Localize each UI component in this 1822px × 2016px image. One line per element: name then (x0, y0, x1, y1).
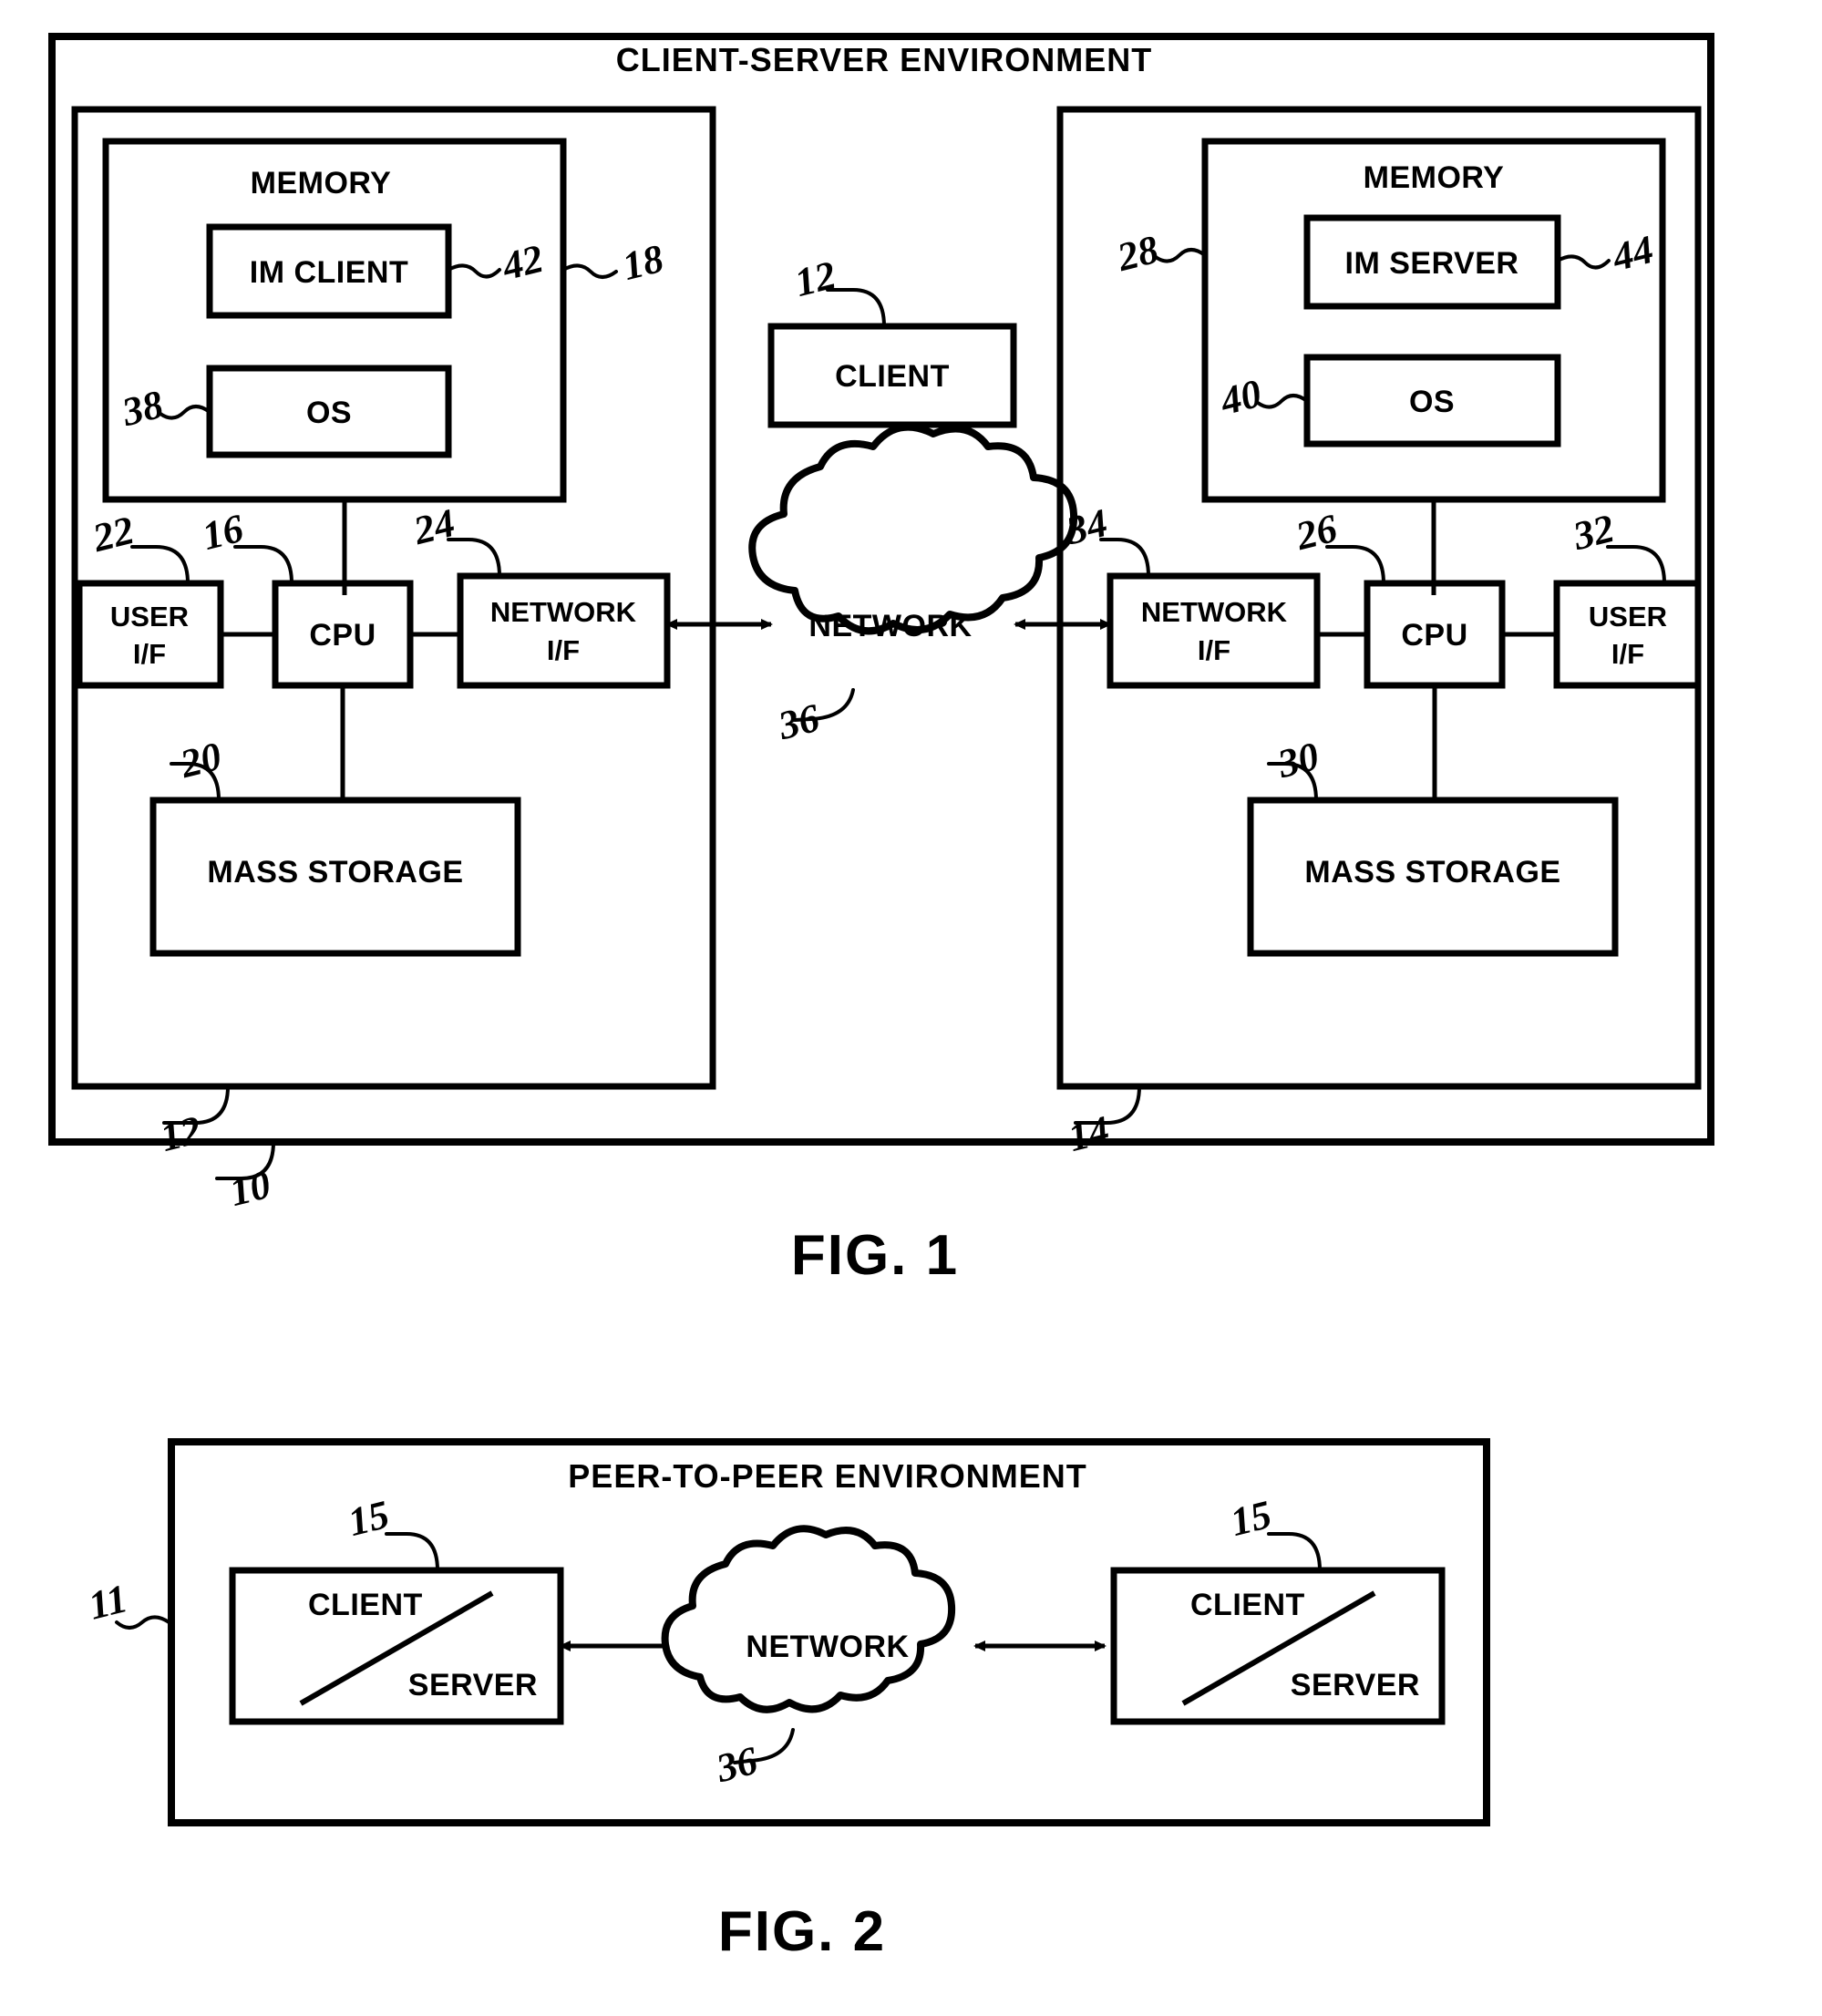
fig1-im-client-label: IM CLIENT (250, 255, 408, 290)
ref-24-leader (447, 538, 501, 578)
ref-32: 32 (1568, 506, 1619, 559)
fig1-network-cloud-label: NETWORK (808, 609, 972, 643)
ref-36-fig1: 36 (773, 695, 824, 748)
ref-20: 20 (175, 734, 226, 787)
ref-24: 24 (408, 500, 459, 553)
ref-32-leader (1606, 545, 1666, 585)
ref-11: 11 (84, 1576, 131, 1629)
ref-42: 42 (497, 236, 548, 289)
fig1-right-cpu-label: CPU (1401, 618, 1467, 653)
fig1-left-mass-storage-label: MASS STORAGE (207, 855, 463, 890)
ref-40-leader (1256, 394, 1309, 409)
ref-26: 26 (1291, 506, 1342, 559)
fig1-network-cloud (748, 423, 1078, 635)
fig1-left-network-if-label-line1: NETWORK (490, 596, 637, 628)
ref-12-panel: 12 (156, 1107, 206, 1160)
fig1-right-user-if-label-line1: USER (1589, 601, 1667, 633)
fig1-left-cpu-label: CPU (309, 618, 376, 653)
ref-44-leader (1556, 254, 1611, 270)
ref-16: 16 (198, 506, 248, 559)
fig2-right-peer-client-label: CLIENT (1190, 1588, 1305, 1622)
ref-42-leader (447, 263, 501, 279)
fig1-left-memory-label: MEMORY (251, 166, 392, 201)
fig2-title: PEER-TO-PEER ENVIRONMENT (568, 1457, 1086, 1495)
ref-28: 28 (1112, 227, 1163, 280)
patent-drawing-sheet: CLIENT-SERVER ENVIRONMENT 10 12 MEMORY 1… (0, 0, 1822, 2016)
ref-44: 44 (1607, 227, 1658, 280)
ref-36-fig2: 36 (711, 1738, 762, 1791)
ref-12-client: 12 (790, 252, 840, 305)
fig1-middle-client-label: CLIENT (835, 359, 950, 394)
fig1-right-mass-storage-label: MASS STORAGE (1304, 855, 1560, 890)
fig1-left-network-if-label-line2: I/F (547, 634, 580, 666)
fig1-right-network-if-box (1107, 572, 1321, 689)
fig1-right-network-if-label-line2: I/F (1198, 634, 1230, 666)
fig1-left-user-if-label-line1: USER (110, 601, 189, 633)
ref-16-leader (233, 545, 293, 585)
ref-34-leader (1099, 538, 1150, 578)
ref-18: 18 (618, 236, 668, 289)
fig1-im-server-label: IM SERVER (1345, 246, 1519, 281)
fig2-network-cloud (661, 1525, 956, 1713)
fig1-left-network-if-box (457, 572, 671, 689)
ref-22-leader (130, 545, 190, 585)
ref-38: 38 (117, 382, 168, 435)
fig1-right-user-if-label-line2: I/F (1611, 638, 1644, 670)
fig2-caption: FIG. 2 (718, 1900, 886, 1963)
fig1-left-os-label: OS (306, 396, 352, 430)
ref-15-left-leader (385, 1532, 439, 1572)
ref-22: 22 (87, 508, 139, 561)
fig1-caption: FIG. 1 (791, 1224, 959, 1287)
ref-28-leader (1154, 248, 1207, 263)
ref-15-right: 15 (1226, 1492, 1276, 1545)
fig2-network-cloud-label: NETWORK (746, 1630, 909, 1664)
ref-10: 10 (225, 1162, 275, 1215)
ref-15-left: 15 (344, 1492, 394, 1545)
fig2-right-peer-server-label: SERVER (1291, 1668, 1420, 1702)
ref-26-leader (1325, 545, 1385, 585)
fig1-title: CLIENT-SERVER ENVIRONMENT (616, 41, 1152, 78)
fig1-left-user-if-box (76, 580, 224, 689)
fig1-right-os-label: OS (1409, 385, 1455, 419)
figures-svg: CLIENT-SERVER ENVIRONMENT 10 12 MEMORY 1… (48, 33, 1714, 1963)
fig1-left-user-if-label-line2: I/F (133, 638, 166, 670)
ref-38-leader (159, 405, 211, 420)
ref-18-leader (561, 263, 618, 279)
fig1-right-memory-label: MEMORY (1364, 160, 1505, 195)
fig1-right-user-if-box (1553, 580, 1702, 689)
ref-14-panel: 14 (1064, 1107, 1114, 1160)
fig2-left-peer-server-label: SERVER (408, 1668, 538, 1702)
ref-40: 40 (1215, 371, 1266, 424)
fig2-left-peer-client-label: CLIENT (308, 1588, 423, 1622)
fig1-right-network-if-label-line1: NETWORK (1141, 596, 1288, 628)
ref-15-right-leader (1267, 1532, 1322, 1572)
ref-30: 30 (1272, 734, 1323, 787)
